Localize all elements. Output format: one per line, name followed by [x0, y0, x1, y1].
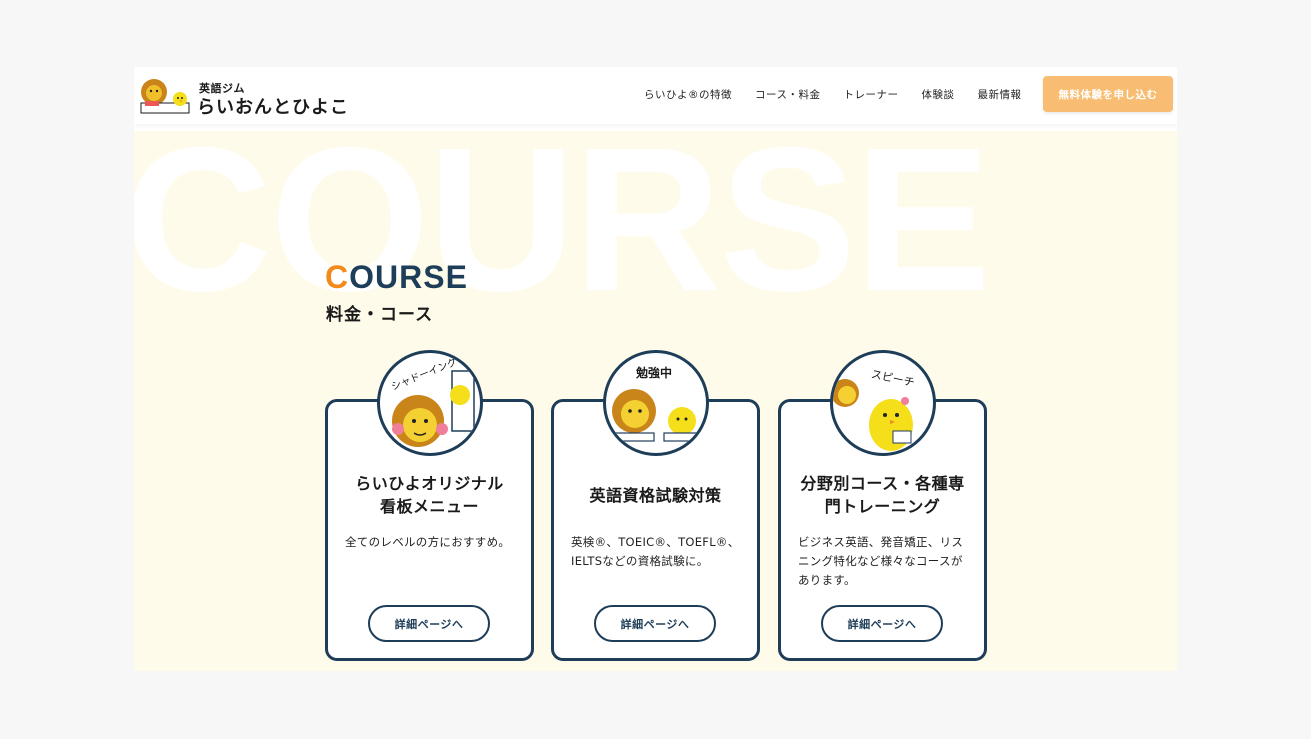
card-title-line1: らいひよオリジナル — [355, 474, 504, 493]
card-badge: 勉強中 — [635, 365, 672, 380]
card-title-line2: 門トレーニング — [824, 497, 941, 516]
section-title: COURSE — [325, 259, 468, 296]
detail-page-button[interactable]: 詳細ページへ — [368, 605, 490, 642]
detail-page-button[interactable]: 詳細ページへ — [594, 605, 716, 642]
card-title: 英語資格試験対策 — [554, 484, 757, 507]
card-badge: シャドーイング — [389, 355, 459, 393]
card-description: ビジネス英語、発音矯正、リスニング特化など様々なコースがあります。 — [798, 535, 964, 587]
card-illustration: 勉強中 — [603, 350, 709, 456]
card-description: 全てのレベルの方におすすめ。 — [345, 535, 511, 549]
page-frame: 英語ジム らいおんとひよこ らいひよ®の特徴 コース・料金 トレーナー 体験談 … — [134, 67, 1177, 671]
header-divider — [134, 124, 1177, 131]
section-title-rest: OURSE — [349, 259, 468, 295]
nav-testimonials[interactable]: 体験談 — [921, 87, 954, 102]
section-subtitle: 料金・コース — [326, 305, 434, 325]
card-description: 英検®、TOEIC®、TOEFL®、IELTSなどの資格試験に。 — [571, 535, 740, 568]
site-logo[interactable]: 英語ジム らいおんとひよこ — [139, 75, 348, 118]
nav-trainers[interactable]: トレーナー — [843, 87, 898, 102]
section-watermark: COURSE — [134, 105, 991, 334]
main-nav: らいひよ®の特徴 コース・料金 トレーナー 体験談 最新情報 — [644, 87, 1021, 102]
course-card-exam: 勉強中 英語資格試験対策 英検®、TOEIC®、TOEFL®、IELTSなどの資… — [551, 350, 760, 661]
nav-features[interactable]: らいひよ®の特徴 — [644, 87, 732, 102]
card-title: らいひよオリジナル 看板メニュー — [328, 472, 531, 518]
site-header: 英語ジム らいおんとひよこ らいひよ®の特徴 コース・料金 トレーナー 体験談 … — [134, 67, 1177, 124]
card-title-line2: 看板メニュー — [379, 497, 479, 516]
nav-news[interactable]: 最新情報 — [977, 87, 1021, 102]
lion-shadowing-icon: シャドーイング — [389, 355, 475, 447]
chick-speech-icon: スピーチ — [833, 368, 916, 451]
lion-chick-studying-icon: 勉強中 — [612, 365, 703, 442]
card-title-line1: 英語資格試験対策 — [589, 486, 722, 505]
lion-chick-logo-icon — [140, 79, 190, 114]
card-illustration: シャドーイング — [377, 350, 483, 456]
logo-title: らいおんとひよこ — [197, 97, 349, 118]
card-badge: スピーチ — [870, 368, 916, 390]
card-title-line1: 分野別コース・各種専 — [800, 474, 965, 493]
section-title-initial: C — [325, 259, 350, 295]
card-illustration: スピーチ — [830, 350, 936, 456]
course-card-specialized: スピーチ 分野別コース・各種専 門トレーニング ビジネス英語、発音矯正、リスニン… — [778, 350, 987, 661]
course-card-original: シャドーイング らいひよオリジナル 看板メニュー 全てのレベルの方におすすめ。 … — [325, 350, 534, 661]
free-trial-button[interactable]: 無料体験を申し込む — [1043, 76, 1173, 112]
nav-course-price[interactable]: コース・料金 — [755, 87, 820, 102]
card-title: 分野別コース・各種専 門トレーニング — [781, 472, 984, 518]
detail-page-button[interactable]: 詳細ページへ — [821, 605, 943, 642]
